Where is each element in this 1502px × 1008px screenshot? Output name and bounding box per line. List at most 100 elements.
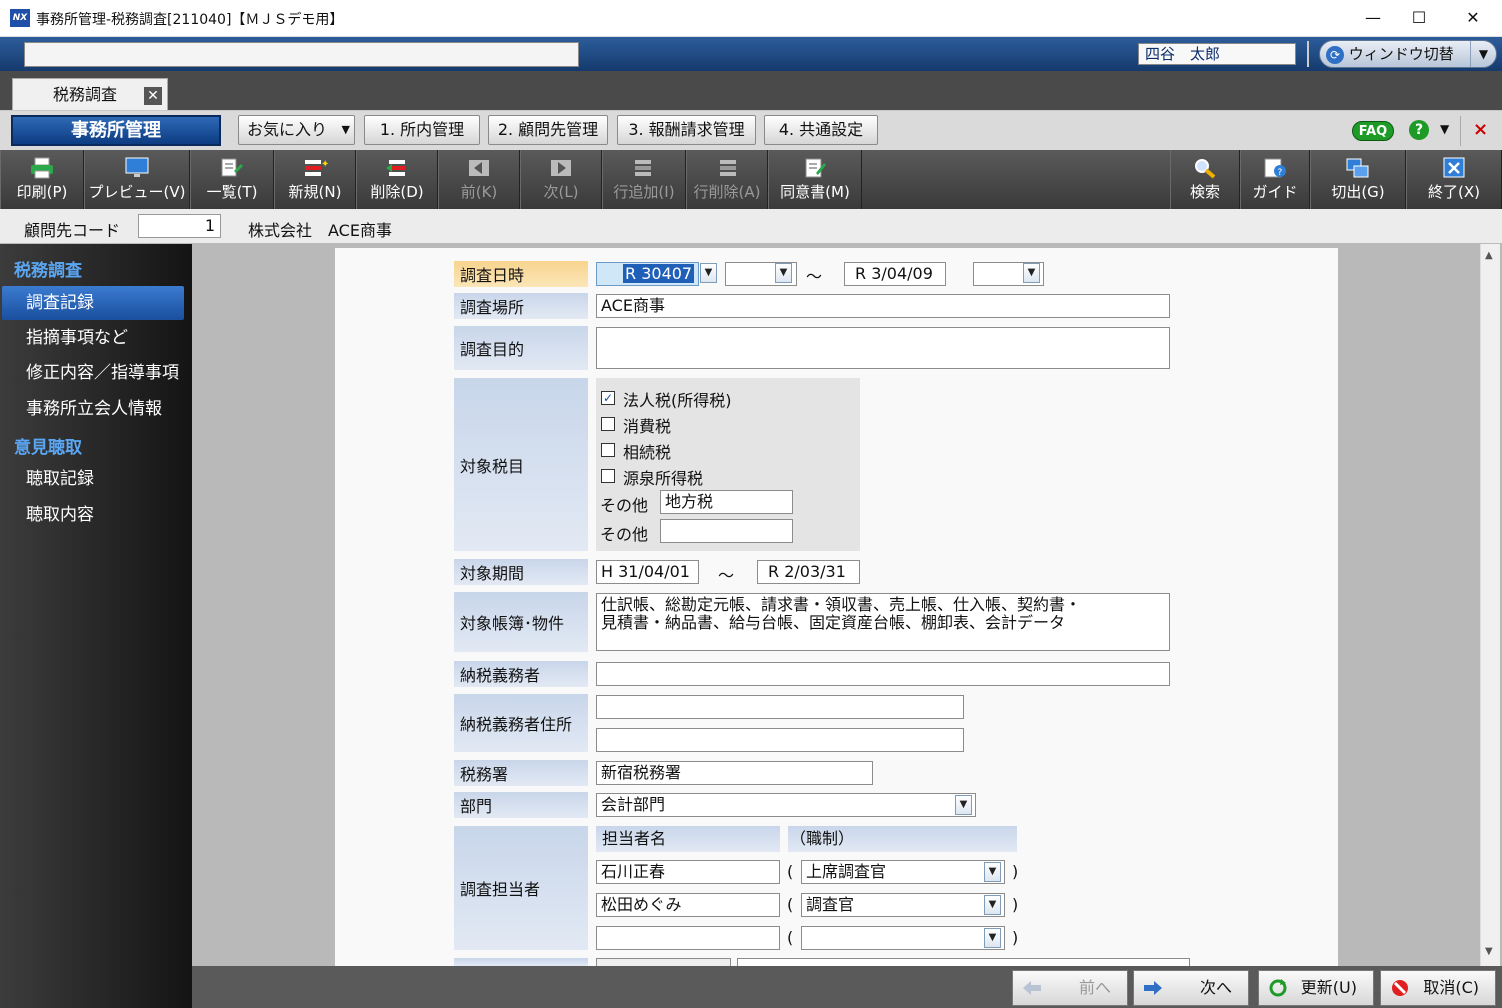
svg-text:?: ? — [1278, 168, 1283, 178]
sidebar-item-hearing-content[interactable]: 聴取内容 — [2, 498, 184, 532]
sidebar-item-hearing-record[interactable]: 聴取記録 — [2, 462, 184, 496]
minimize-button[interactable]: — — [1350, 6, 1396, 30]
close-window-button[interactable]: ✕ — [1450, 6, 1496, 30]
taxpayer-address-label: 納税義務者住所 — [454, 694, 588, 752]
sidebar-item-audit-record[interactable]: 調査記録 — [2, 286, 184, 320]
sidebar-item-corrections[interactable]: 修正内容／指導事項 — [2, 356, 184, 390]
staff-role-select-3[interactable] — [801, 926, 1005, 950]
menu-common-settings[interactable]: 4. 共通設定 — [764, 115, 878, 145]
cancel-button[interactable]: 取消(C) — [1380, 970, 1496, 1006]
menu-office-internal[interactable]: 1. 所内管理 — [364, 115, 480, 145]
update-button[interactable]: 更新(U) — [1258, 970, 1374, 1006]
client-code-input[interactable]: 1 — [138, 214, 221, 238]
next-page-button[interactable]: 次へ — [1133, 970, 1249, 1006]
chevron-down-icon[interactable]: ▼ — [1440, 122, 1449, 136]
purpose-input[interactable] — [596, 327, 1170, 369]
close-icon[interactable]: × — [1473, 119, 1488, 140]
staff-name-input-3[interactable] — [596, 926, 780, 950]
consent-button[interactable]: 同意書(M) — [768, 150, 862, 209]
staff-name-input-1[interactable]: 石川正春 — [596, 860, 780, 884]
tab-tax-audit[interactable]: 税務調査 ✕ — [12, 78, 168, 110]
tax-inheritance-checkbox[interactable] — [601, 443, 615, 457]
staff-role-dropdown-3[interactable]: ▼ — [984, 928, 1001, 948]
paren-open: ( — [787, 862, 794, 881]
staff-role-select-2[interactable]: 調査官 — [801, 893, 1005, 917]
menu-client-management[interactable]: 2. 顧問先管理 — [488, 115, 608, 145]
refresh-icon: ⟳ — [1326, 45, 1344, 64]
print-button[interactable]: 印刷(P) — [0, 150, 84, 209]
time-from-dropdown[interactable]: ▼ — [775, 263, 792, 283]
prev-button[interactable]: 前(K) — [438, 150, 520, 209]
place-input[interactable]: ACE商事 — [596, 294, 1170, 318]
search-label: 検索 — [1189, 183, 1220, 201]
search-button[interactable]: 検索 — [1170, 150, 1240, 209]
guide-button[interactable]: ? ガイド — [1240, 150, 1310, 209]
date-from-dropdown[interactable]: ▼ — [700, 263, 717, 283]
time-to-dropdown[interactable]: ▼ — [1023, 263, 1040, 283]
window-switch-button[interactable]: ⟳ ウィンドウ切替 ▼ — [1319, 40, 1497, 68]
tax-inheritance-label: 相続税 — [623, 443, 672, 462]
vertical-scrollbar[interactable]: ▲ ▼ — [1480, 244, 1500, 966]
cancel-label: 取消(C) — [1423, 978, 1479, 997]
tax-corporate-checkbox[interactable]: ✓ — [601, 391, 615, 405]
new-label: 新規(N) — [288, 183, 342, 201]
next-row-label — [454, 958, 588, 966]
date-to-input[interactable]: R 3/04/09 — [844, 262, 946, 286]
department-select[interactable]: 会計部門 — [596, 793, 976, 817]
next-button[interactable]: 次(L) — [520, 150, 602, 209]
favorites-dropdown[interactable]: お気に入り ▼ — [238, 115, 355, 145]
period-label: 対象期間 — [454, 559, 588, 585]
scroll-down-icon[interactable]: ▼ — [1485, 946, 1493, 957]
taxpayer-address-input-1[interactable] — [596, 695, 964, 719]
scroll-up-icon[interactable]: ▲ — [1485, 250, 1493, 261]
add-row-icon — [635, 160, 651, 176]
tax-office-input[interactable]: 新宿税務署 — [596, 761, 873, 785]
tax-withholding-checkbox[interactable] — [601, 469, 615, 483]
faq-button[interactable]: FAQ — [1352, 121, 1394, 141]
delete-row-button[interactable]: 行削除(A) — [686, 150, 768, 209]
books-line-2: 見積書・納品書、給与台帳、固定資産台帳、棚卸表、会計データ — [601, 613, 1066, 632]
prev-page-button[interactable]: 前へ — [1012, 970, 1128, 1006]
date-from-input[interactable]: R 30407 — [596, 262, 699, 286]
exit-label: 終了(X) — [1428, 183, 1480, 201]
window-switch-label: ウィンドウ切替 — [1348, 45, 1454, 63]
tax-consumption-checkbox[interactable] — [601, 417, 615, 431]
period-from-input[interactable]: H 31/04/01 — [596, 560, 699, 584]
department-dropdown[interactable]: ▼ — [955, 795, 972, 815]
delete-row-label: 行削除(A) — [693, 183, 761, 201]
staff-name-input-2[interactable]: 松田めぐみ — [596, 893, 780, 917]
period-to-input[interactable]: R 2/03/31 — [757, 560, 860, 584]
date-label: 調査日時 — [454, 261, 588, 287]
other-tax-input-2[interactable] — [660, 519, 793, 543]
add-row-button[interactable]: 行追加(I) — [602, 150, 686, 209]
taxpayer-address-input-2[interactable] — [596, 728, 964, 752]
sidebar-item-findings[interactable]: 指摘事項など — [2, 321, 184, 355]
user-name: 四谷 太郎 — [1138, 43, 1296, 65]
staff-role-dropdown-1[interactable]: ▼ — [984, 862, 1001, 882]
tab-close-icon[interactable]: ✕ — [144, 87, 162, 105]
help-icon[interactable]: ? — [1409, 120, 1429, 140]
guide-label: ガイド — [1252, 183, 1298, 201]
staff-role-select-1[interactable]: 上席調査官 — [801, 860, 1005, 884]
office-management-button[interactable]: 事務所管理 — [11, 115, 221, 146]
tab-strip: 税務調査 ✕ — [0, 71, 1502, 110]
exit-button[interactable]: 終了(X) — [1406, 150, 1502, 209]
cut-button[interactable]: 切出(G) — [1310, 150, 1406, 209]
other-tax-input-1[interactable]: 地方税 — [660, 490, 793, 514]
maximize-button[interactable]: ☐ — [1396, 6, 1442, 30]
taxpayer-input[interactable] — [596, 662, 1170, 686]
sidebar-item-office-witness[interactable]: 事務所立会人情報 — [2, 392, 184, 426]
top-search-input[interactable] — [24, 42, 579, 67]
delete-button[interactable]: 削除(D) — [356, 150, 438, 209]
preview-button[interactable]: プレビュー(V) — [84, 150, 190, 209]
list-button[interactable]: 一覧(T) — [190, 150, 274, 209]
menu-billing-management[interactable]: 3. 報酬請求管理 — [617, 115, 756, 145]
toolbar: 印刷(P) プレビュー(V) 一覧(T) ✦ 新規(N) 削除(D) 前(K) … — [0, 150, 1502, 209]
printer-icon — [31, 157, 53, 179]
staff-role-dropdown-2[interactable]: ▼ — [984, 895, 1001, 915]
new-button[interactable]: ✦ 新規(N) — [274, 150, 356, 209]
books-label: 対象帳簿･物件 — [454, 592, 588, 652]
books-textarea[interactable]: 仕訳帳、総勘定元帳、請求書・領収書、売上帳、仕入帳、契約書・ 見積書・納品書、給… — [596, 593, 1170, 651]
print-label: 印刷(P) — [16, 183, 68, 201]
delete-label: 削除(D) — [370, 183, 424, 201]
